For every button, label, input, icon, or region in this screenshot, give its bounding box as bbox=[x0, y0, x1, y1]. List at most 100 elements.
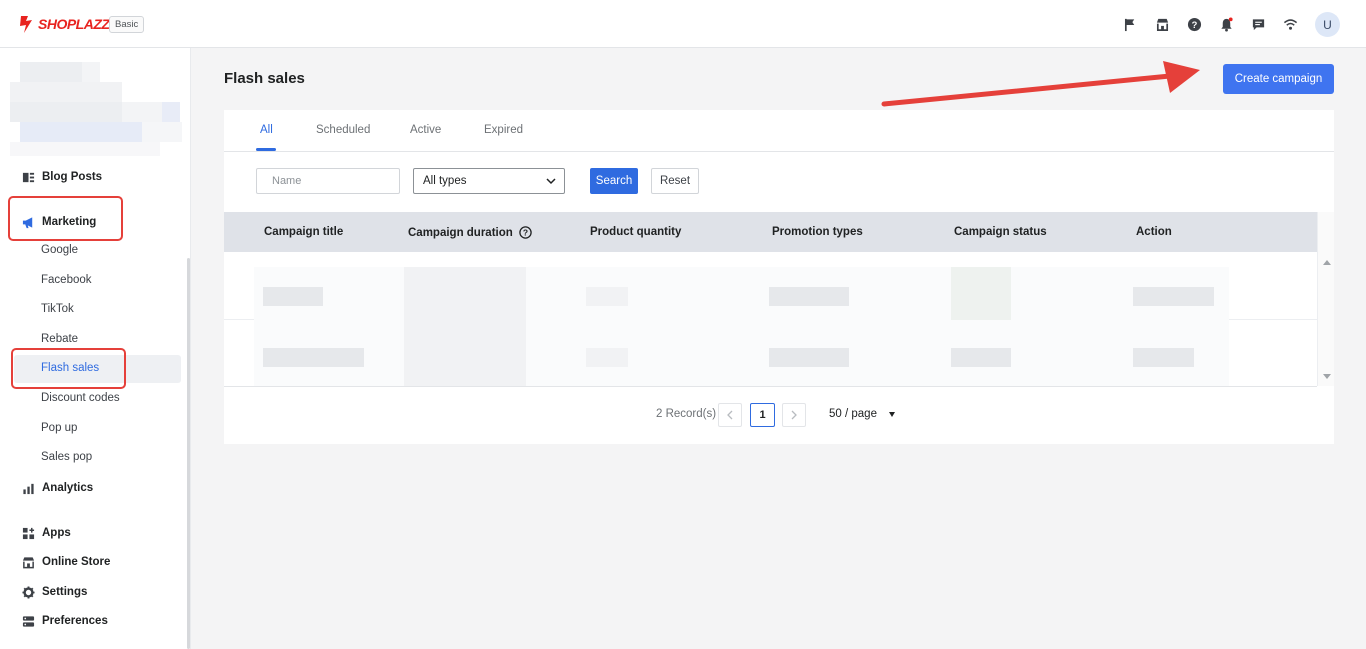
blog-icon bbox=[21, 170, 35, 184]
sidebar-item-preferences[interactable]: Preferences bbox=[21, 611, 108, 631]
apps-icon bbox=[21, 526, 35, 540]
table-header: Campaign title Campaign duration ? Produ… bbox=[224, 212, 1317, 252]
blurred-product-quantity bbox=[586, 348, 628, 367]
marketing-highlight-box bbox=[8, 196, 123, 241]
sidebar-item-settings[interactable]: Settings bbox=[21, 582, 87, 602]
column-header: Product quantity bbox=[590, 226, 682, 238]
store-icon bbox=[21, 555, 35, 569]
column-header: Campaign status bbox=[954, 226, 1047, 238]
flash-sales-highlight-box bbox=[11, 348, 126, 389]
preferences-icon bbox=[21, 614, 35, 628]
flag-icon[interactable] bbox=[1121, 15, 1139, 33]
help-circle-icon[interactable]: ? bbox=[519, 226, 532, 239]
tab-scheduled[interactable]: Scheduled bbox=[316, 124, 370, 136]
plan-badge: Basic bbox=[109, 16, 145, 33]
pagination: 2 Record(s) 1 50 / page bbox=[224, 400, 1334, 430]
record-count: 2 Record(s) bbox=[656, 408, 717, 420]
sidebar-subitem-discount-codes[interactable]: Discount codes bbox=[41, 392, 120, 410]
blurred-action bbox=[1133, 348, 1194, 367]
sidebar-item-label: Online Store bbox=[42, 556, 111, 568]
svg-text:?: ? bbox=[523, 228, 528, 238]
blurred-product-quantity bbox=[586, 287, 628, 306]
blurred-promotion-type bbox=[769, 287, 849, 306]
column-header-duration: Campaign duration ? bbox=[408, 226, 532, 239]
sidebar-subitem-tiktok[interactable]: TikTok bbox=[41, 303, 74, 321]
next-page-button[interactable] bbox=[782, 403, 806, 427]
sidebar-item-label: Analytics bbox=[42, 482, 94, 494]
logo-mark-icon bbox=[20, 16, 32, 33]
table-scrollbar[interactable] bbox=[1317, 212, 1334, 386]
type-select-value: All types bbox=[423, 175, 467, 187]
blurred-campaign-status bbox=[951, 348, 1011, 367]
column-header-label: Campaign duration bbox=[408, 226, 513, 239]
chevron-down-icon bbox=[546, 178, 556, 185]
blurred-store-info bbox=[162, 102, 180, 122]
svg-text:?: ? bbox=[1191, 19, 1197, 29]
wifi-icon[interactable] bbox=[1281, 15, 1299, 33]
sidebar-item-label: Settings bbox=[42, 586, 88, 598]
sidebar-subitem-pop-up[interactable]: Pop up bbox=[41, 422, 77, 440]
blurred-campaign-title bbox=[263, 348, 364, 367]
blurred-store-info bbox=[82, 62, 100, 82]
blurred-campaign-title bbox=[263, 287, 323, 306]
sidebar-item-label: Preferences bbox=[42, 615, 108, 627]
blurred-action bbox=[1133, 287, 1214, 306]
campaign-list-card: All Scheduled Active Expired Name All ty… bbox=[224, 110, 1334, 444]
top-bar: SHOPLAZZA Basic ? U bbox=[0, 0, 1366, 48]
tab-expired[interactable]: Expired bbox=[484, 124, 523, 136]
caret-down-icon bbox=[888, 411, 895, 417]
prev-page-button[interactable] bbox=[718, 403, 742, 427]
column-header: Promotion types bbox=[772, 226, 863, 238]
logo-text: SHOPLAZZA bbox=[38, 16, 120, 32]
type-select[interactable]: All types bbox=[413, 168, 565, 194]
table-row[interactable] bbox=[224, 320, 1317, 387]
active-tab-indicator bbox=[256, 148, 276, 151]
sidebar-item-label: Blog Posts bbox=[42, 171, 103, 183]
page-size-select[interactable]: 50 / page bbox=[829, 408, 895, 420]
sidebar-item-apps[interactable]: Apps bbox=[21, 523, 71, 543]
current-page-button[interactable]: 1 bbox=[750, 403, 775, 427]
status-tabs: All Scheduled Active Expired bbox=[224, 110, 1334, 152]
search-button[interactable]: Search bbox=[590, 168, 638, 194]
scroll-up-icon[interactable] bbox=[1323, 260, 1331, 265]
sidebar-item-label: Apps bbox=[42, 527, 71, 539]
blurred-store-info bbox=[10, 102, 122, 122]
sidebar-item-blog-posts[interactable]: Blog Posts bbox=[21, 167, 102, 187]
avatar[interactable]: U bbox=[1315, 12, 1340, 37]
blurred-row-content bbox=[254, 267, 1229, 320]
table-row[interactable] bbox=[224, 253, 1317, 320]
gear-icon bbox=[21, 585, 35, 599]
blurred-promotion-type bbox=[769, 348, 849, 367]
column-header: Campaign title bbox=[264, 226, 344, 238]
bell-icon[interactable] bbox=[1217, 15, 1235, 33]
sidebar-subitem-google[interactable]: Google bbox=[41, 244, 78, 262]
sidebar-scrollbar[interactable] bbox=[187, 258, 190, 649]
shoplazza-logo[interactable]: SHOPLAZZA bbox=[18, 14, 120, 34]
chat-icon[interactable] bbox=[1249, 15, 1267, 33]
tab-active[interactable]: Active bbox=[410, 124, 441, 136]
sidebar-subitem-sales-pop[interactable]: Sales pop bbox=[41, 451, 92, 469]
blurred-store-info bbox=[122, 102, 162, 122]
store-icon[interactable] bbox=[1153, 15, 1171, 33]
blurred-store-info bbox=[10, 142, 160, 156]
reset-button[interactable]: Reset bbox=[651, 168, 699, 194]
chevron-left-icon bbox=[727, 410, 733, 420]
annotation-arrow-icon bbox=[881, 61, 1200, 107]
page-size-value: 50 / page bbox=[829, 408, 877, 420]
blurred-store-info bbox=[142, 122, 182, 142]
page-title: Flash sales bbox=[224, 70, 305, 87]
column-header: Action bbox=[1136, 226, 1172, 238]
name-search-input[interactable]: Name bbox=[256, 168, 400, 194]
create-campaign-button[interactable]: Create campaign bbox=[1223, 64, 1334, 94]
help-icon[interactable]: ? bbox=[1185, 15, 1203, 33]
sidebar-item-analytics[interactable]: Analytics bbox=[21, 478, 93, 498]
blurred-campaign-status bbox=[951, 267, 1011, 320]
analytics-icon bbox=[21, 481, 35, 495]
scroll-down-icon[interactable] bbox=[1323, 374, 1331, 379]
blurred-store-info bbox=[20, 62, 82, 82]
sidebar-subitem-facebook[interactable]: Facebook bbox=[41, 274, 92, 292]
blurred-row-content bbox=[254, 320, 1229, 386]
tab-all[interactable]: All bbox=[260, 124, 273, 136]
sidebar-item-online-store[interactable]: Online Store bbox=[21, 552, 110, 572]
blurred-store-info bbox=[10, 82, 122, 102]
